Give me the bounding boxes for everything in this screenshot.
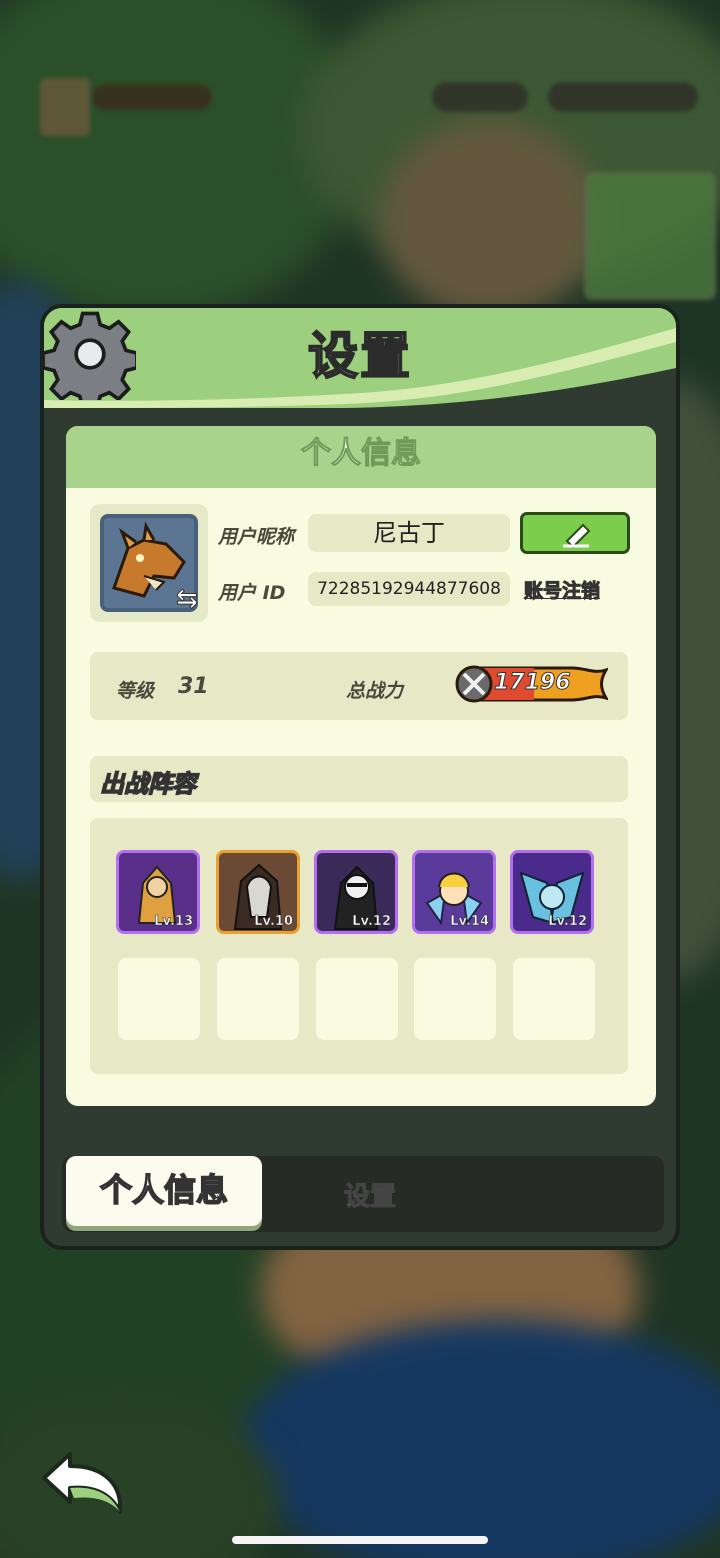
hero-level: Lv.14 xyxy=(450,914,489,930)
power-value: 17196 xyxy=(494,670,572,696)
hero-level: Lv.12 xyxy=(548,914,587,930)
panel-header: 个人信息 xyxy=(66,426,656,488)
dialog-title: 设置 xyxy=(307,326,412,386)
cancel-account-link[interactable]: 账号注销 xyxy=(523,576,600,603)
hero-slot-2[interactable]: Lv.10 xyxy=(216,850,300,934)
minimap xyxy=(584,172,716,300)
avatar-frame[interactable]: ⇆ xyxy=(90,504,208,622)
stats-row: 等级 31 总战力 17196 xyxy=(90,652,628,720)
settings-dialog: 设置 个人信息 ⇆ 用户昵称 尼古丁 用户 ID 722851929448776… xyxy=(40,304,680,1250)
empty-slot[interactable] xyxy=(513,958,595,1040)
hero-level: Lv.13 xyxy=(154,914,193,930)
empty-slot[interactable] xyxy=(316,958,398,1040)
tab-settings[interactable]: 设置 xyxy=(343,1176,396,1213)
swap-arrows-icon[interactable]: ⇆ xyxy=(176,584,206,615)
back-arrow-icon[interactable] xyxy=(40,1448,130,1518)
empty-slot[interactable] xyxy=(118,958,200,1040)
empty-slot[interactable] xyxy=(414,958,496,1040)
hero-slot-1[interactable]: Lv.13 xyxy=(116,850,200,934)
hud-player-avatar xyxy=(40,78,90,136)
pencil-icon xyxy=(563,523,591,549)
tab-bar: 个人信息 设置 xyxy=(62,1156,664,1232)
level-label: 等级 xyxy=(116,680,155,702)
nickname-value: 尼古丁 xyxy=(308,514,510,552)
power-label: 总战力 xyxy=(346,680,404,702)
empty-slot[interactable] xyxy=(217,958,299,1040)
hero-slot-4[interactable]: Lv.14 xyxy=(412,850,496,934)
hud-gold-counter xyxy=(548,82,698,112)
hero-level: Lv.10 xyxy=(254,914,293,930)
nickname-label: 用户昵称 xyxy=(218,526,295,548)
personal-info-panel: 个人信息 ⇆ 用户昵称 尼古丁 用户 ID 72285192944877608 … xyxy=(66,426,656,1106)
hero-level: Lv.12 xyxy=(352,914,391,930)
edit-nickname-button[interactable] xyxy=(520,512,630,554)
hero-slot-5[interactable]: Lv.12 xyxy=(510,850,594,934)
hero-slot-3[interactable]: Lv.12 xyxy=(314,850,398,934)
lineup-title: 出战阵容 xyxy=(99,769,197,799)
dialog-header: 设置 xyxy=(44,308,676,408)
tab-personal-info[interactable]: 个人信息 xyxy=(66,1156,262,1226)
user-id-label: 用户 ID xyxy=(218,582,286,604)
hud-gem-counter xyxy=(432,82,528,112)
level-value: 31 xyxy=(178,674,209,699)
lineup-header: 出战阵容 xyxy=(90,756,628,802)
user-id-value: 72285192944877608 xyxy=(308,572,510,606)
hud-player-bar xyxy=(92,84,212,110)
lineup-area: Lv.13 Lv.10 Lv.12 Lv.14 Lv.12 xyxy=(90,818,628,1074)
home-indicator[interactable] xyxy=(232,1536,488,1544)
